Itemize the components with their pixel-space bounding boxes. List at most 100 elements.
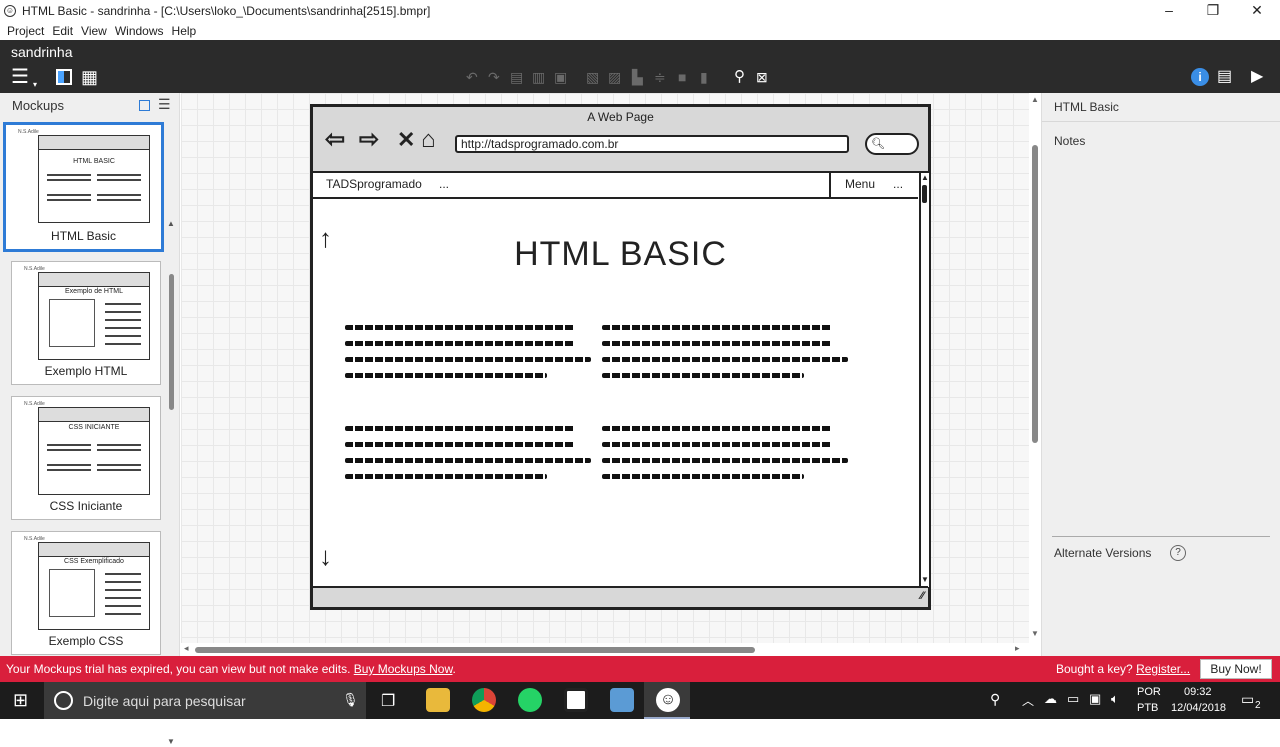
mini-preview: CSS Exemplificado <box>38 542 150 630</box>
delete-markup-icon[interactable]: ⊠ <box>756 68 768 86</box>
present-icon[interactable]: ▶ <box>1251 68 1263 86</box>
chrome-icon[interactable] <box>472 688 496 712</box>
window-title: HTML Basic - sandrinha - [C:\Users\loko_… <box>22 3 431 18</box>
canvas-horizontal-scrollbar[interactable]: ◂ ▸ <box>181 643 1029 656</box>
search-field-mockup: 🔍︎ <box>865 133 919 155</box>
menu-windows[interactable]: Windows <box>115 24 164 38</box>
mockup-thumb-css-iniciante[interactable]: N.S.Adile CSS INICIANTE CSS Iniciante <box>11 396 161 520</box>
mini-preview: CSS INICIANTE <box>38 407 150 495</box>
clock-time[interactable]: 09:32 <box>1184 686 1212 698</box>
scroll-down-icon[interactable]: ▼ <box>167 737 175 746</box>
people-icon[interactable]: ⚲ <box>990 691 1000 708</box>
home-icon: ⌂ <box>421 126 436 153</box>
file-explorer-icon[interactable] <box>426 688 450 712</box>
align-icon[interactable]: ▙ <box>632 68 643 86</box>
arrow-down-icon: ↓ <box>319 541 332 571</box>
taskbar-search[interactable]: Digite aqui para pesquisar 🎙︎ <box>44 682 366 719</box>
menu-view[interactable]: View <box>81 24 107 38</box>
buy-now-button[interactable]: Buy Now! <box>1200 659 1272 679</box>
inspector-panel: HTML Basic Notes Alternate Versions ? <box>1041 93 1280 656</box>
scroll-right-icon[interactable]: ▸ <box>1015 643 1020 654</box>
register-link[interactable]: Register... <box>1136 662 1190 676</box>
project-name: sandrinha <box>11 44 73 60</box>
notes-icon[interactable]: ▤ <box>1217 68 1232 86</box>
clock-date[interactable]: 12/04/2018 <box>1171 702 1226 714</box>
help-icon[interactable]: ? <box>1170 545 1186 561</box>
cortana-icon <box>54 691 73 710</box>
maximize-button[interactable]: ❐ <box>1190 0 1236 21</box>
notes-app-icon[interactable] <box>564 688 588 712</box>
browser-window-mockup[interactable]: A Web Page ⇦ ⇨ ✕ ⌂ http://tadsprogramado… <box>310 104 931 610</box>
language-bottom[interactable]: PTB <box>1137 702 1158 714</box>
mini-preview: Exemplo de HTML <box>38 272 150 360</box>
trash-icon[interactable]: ▮ <box>700 68 708 86</box>
menu-project[interactable]: Project <box>7 24 44 38</box>
whatsapp-icon[interactable] <box>518 688 542 712</box>
page-heading: HTML BASIC <box>514 235 727 273</box>
scroll-thumb[interactable] <box>195 647 755 653</box>
alternate-versions-label: Alternate Versions <box>1054 546 1152 560</box>
mockup-thumb-html-basic[interactable]: N.S.Adile HTML BASIC HTML Basic <box>3 122 164 252</box>
battery-icon[interactable]: ▭ <box>1067 691 1079 707</box>
forward-arrow-icon: ⇨ <box>359 126 380 153</box>
hamburger-menu-icon[interactable]: ☰ <box>11 67 29 87</box>
inspector-title: HTML Basic <box>1054 100 1119 114</box>
redo-icon[interactable]: ↷ <box>488 68 500 86</box>
menu-edit[interactable]: Edit <box>52 24 73 38</box>
distribute-icon[interactable]: ≑ <box>654 68 666 86</box>
notification-count: 2 <box>1255 700 1261 711</box>
trial-message: Your Mockups trial has expired, you can … <box>6 662 456 676</box>
notes-field[interactable]: Notes <box>1054 134 1085 148</box>
undo-icon[interactable]: ↶ <box>466 68 478 86</box>
mockups-panel: Mockups ☰ N.S.Adile HTML BASIC HTML Basi… <box>0 93 180 746</box>
resize-grip-icon: ⁄⁄ <box>920 590 924 602</box>
mini-project-label: N.S.Adile <box>18 129 39 135</box>
mockup-thumb-exemplo-html[interactable]: N.S.Adile Exemplo de HTML Exemplo HTML <box>11 261 161 385</box>
balsamiq-app-icon[interactable]: ☺ <box>656 688 680 712</box>
lock-icon[interactable]: ■ <box>678 68 686 86</box>
scroll-up-icon[interactable]: ▲ <box>167 219 175 228</box>
list-view-icon[interactable]: ☰ <box>158 96 171 113</box>
microphone-icon[interactable]: 🎙︎ <box>342 692 359 708</box>
cut-icon[interactable]: ▤ <box>510 68 523 86</box>
trial-expired-bar: Your Mockups trial has expired, you can … <box>0 656 1280 682</box>
buy-mockups-link[interactable]: Buy Mockups Now <box>354 662 453 676</box>
thumbnail-view-icon[interactable] <box>139 100 150 111</box>
chevron-down-icon: ▾ <box>33 80 38 89</box>
scroll-thumb[interactable] <box>1032 145 1038 443</box>
onedrive-icon[interactable]: ☁ <box>1044 691 1057 707</box>
close-button[interactable]: ✕ <box>1234 0 1280 21</box>
mini-title: CSS INICIANTE <box>68 424 120 431</box>
windows-start-icon[interactable]: ⊞ <box>13 690 28 711</box>
copy-icon[interactable]: ▥ <box>532 68 545 86</box>
network-icon[interactable]: ▣ <box>1089 691 1101 707</box>
mockup-canvas[interactable]: A Web Page ⇦ ⇨ ✕ ⌂ http://tadsprogramado… <box>181 93 1029 656</box>
paste-icon[interactable]: ▣ <box>554 68 567 86</box>
mockup-label: Exemplo CSS <box>48 634 124 648</box>
panel-toggle-icon[interactable] <box>56 69 72 85</box>
language-top[interactable]: POR <box>1137 686 1161 698</box>
search-placeholder: Digite aqui para pesquisar <box>83 693 246 709</box>
mockup-label: CSS Iniciante <box>49 499 123 513</box>
scroll-up-icon: ▲ <box>921 173 929 182</box>
tray-chevron-icon[interactable]: ︿ <box>1022 692 1034 709</box>
canvas-vertical-scrollbar[interactable]: ▲ ▼ <box>1029 93 1041 656</box>
browser-statusbar: ⁄⁄ <box>313 586 928 607</box>
menu-help[interactable]: Help <box>172 24 197 38</box>
grid-view-icon[interactable]: ▦ <box>81 68 98 86</box>
scroll-up-icon[interactable]: ▲ <box>1031 95 1039 104</box>
scroll-down-icon[interactable]: ▼ <box>1031 629 1039 638</box>
volume-icon[interactable]: 🔈︎ <box>1111 691 1119 707</box>
bought-label: Bought a key? <box>1056 662 1133 676</box>
cube-app-icon[interactable] <box>610 688 634 712</box>
minimize-button[interactable]: – <box>1146 0 1192 21</box>
info-icon[interactable]: i <box>1191 68 1209 86</box>
scroll-left-icon[interactable]: ◂ <box>184 643 189 654</box>
group-icon[interactable]: ▧ <box>586 68 599 86</box>
notifications-icon[interactable]: ▭ <box>1241 691 1254 708</box>
task-view-icon[interactable]: ❐ <box>381 691 395 711</box>
scroll-thumb[interactable] <box>169 274 174 410</box>
search-icon[interactable]: ⚲ <box>734 68 745 86</box>
ungroup-icon[interactable]: ▨ <box>608 68 621 86</box>
mockup-thumb-exemplo-css[interactable]: N.S.Adile CSS Exemplificado Exemplo CSS <box>11 531 161 655</box>
